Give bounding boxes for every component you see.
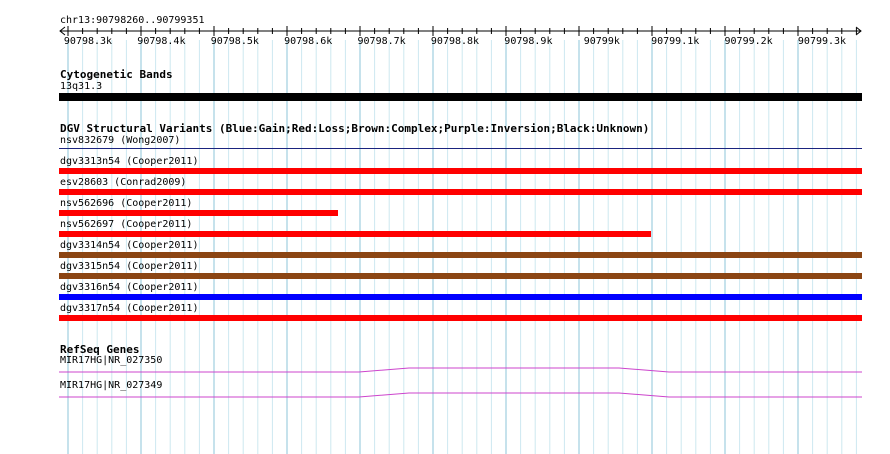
cytoband-bar[interactable] — [59, 93, 862, 101]
dgv-feature-bar[interactable] — [59, 231, 651, 237]
dgv-feature-bar[interactable] — [59, 294, 862, 300]
dgv-feature-label: dgv3313n54 (Cooper2011) — [60, 156, 199, 167]
dgv-feature-bar[interactable] — [59, 315, 862, 321]
dgv-feature-label: dgv3314n54 (Cooper2011) — [60, 240, 199, 251]
dgv-feature-bar[interactable] — [59, 252, 862, 258]
dgv-feature-bar[interactable] — [59, 189, 862, 195]
ruler-tick-label: 90798.4k — [137, 36, 186, 47]
dgv-feature-bar[interactable] — [59, 273, 862, 279]
ruler-tick-label: 90799k — [583, 36, 620, 47]
ruler-tick-label: 90798.7k — [357, 36, 406, 47]
ruler-tick-label: 90798.5k — [210, 36, 259, 47]
ruler-tick-label: 90798.8k — [430, 36, 480, 47]
dgv-feature-label: nsv832679 (Wong2007) — [60, 135, 181, 146]
refseq-gene-label: MIR17HG|NR_027350 — [60, 355, 163, 366]
dgv-feature-bar[interactable] — [59, 168, 862, 174]
ruler-tick-label: 90798.9k — [504, 36, 553, 47]
refseq-gene-model[interactable] — [59, 391, 863, 399]
dgv-track-title: DGV Structural Variants (Blue:Gain;Red:L… — [60, 122, 650, 135]
ruler-tick-label: 90799.3k — [797, 36, 847, 47]
dgv-feature-label: esv28603 (Conrad2009) — [60, 177, 187, 188]
dgv-feature-bar[interactable] — [59, 210, 338, 216]
dgv-feature-label: nsv562697 (Cooper2011) — [60, 219, 193, 230]
ruler-tick-label: 90798.6k — [284, 36, 333, 47]
ruler-tick-label: 90799.1k — [651, 36, 700, 47]
dgv-feature-label: dgv3315n54 (Cooper2011) — [60, 261, 199, 272]
refseq-gene-model[interactable] — [59, 366, 863, 374]
cytoband-track-title: Cytogenetic Bands — [60, 68, 173, 81]
ruler-tick-label: 90799.2k — [724, 36, 773, 47]
dgv-feature-label: dgv3317n54 (Cooper2011) — [60, 303, 199, 314]
refseq-gene-label: MIR17HG|NR_027349 — [60, 380, 163, 391]
ruler-tick-label: 90798.3k — [63, 36, 113, 47]
cytoband-label: 13q31.3 — [60, 81, 103, 92]
dgv-feature-label: nsv562696 (Cooper2011) — [60, 198, 193, 209]
dgv-feature-label: dgv3316n54 (Cooper2011) — [60, 282, 199, 293]
dgv-feature-line[interactable] — [59, 148, 862, 149]
